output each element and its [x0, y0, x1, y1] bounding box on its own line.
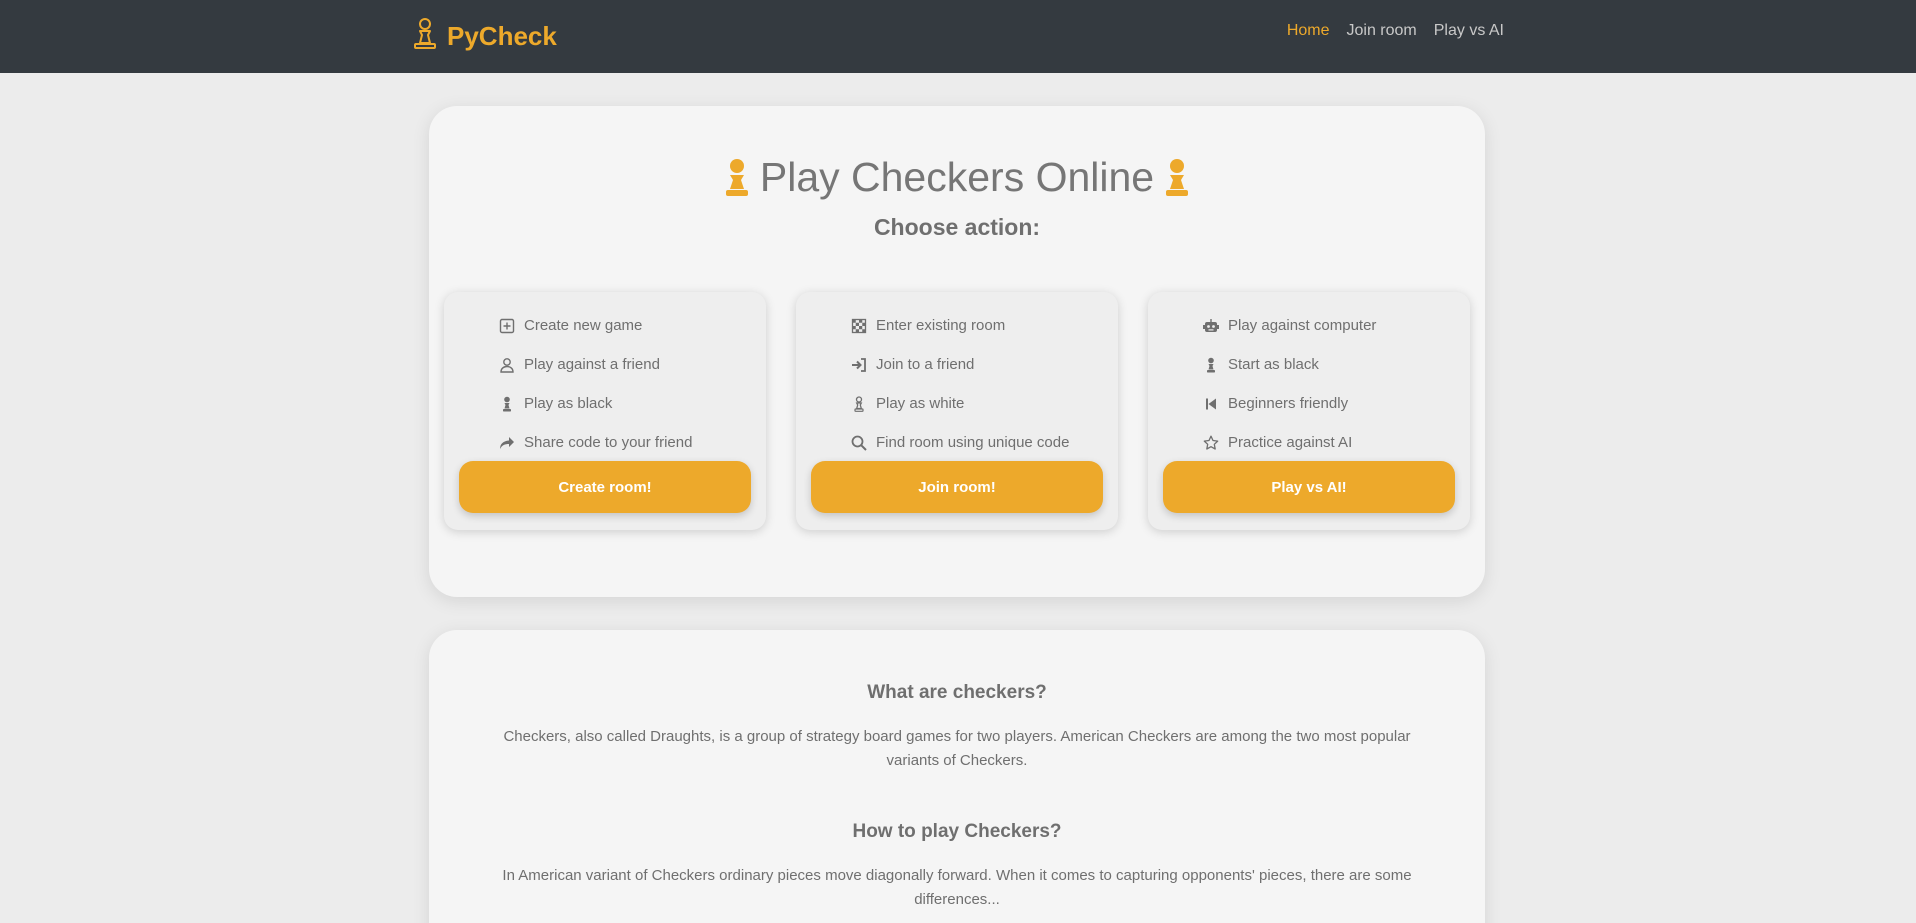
create-room-card: Create new game Play against a friend Pl…: [444, 292, 766, 530]
feature-list: Play against computer Start as black Beg…: [1203, 306, 1463, 462]
list-item-label: Find room using unique code: [876, 434, 1070, 451]
hero-card: Play Checkers Online Choose action: Crea…: [429, 106, 1485, 597]
join-room-card: Enter existing room Join to a friend Pla…: [796, 292, 1118, 530]
nav-link-play-vs-ai[interactable]: Play vs AI: [1434, 22, 1504, 40]
faq-question: How to play Checkers?: [852, 821, 1062, 842]
pawn-icon: [1164, 158, 1190, 198]
list-item-label: Play as white: [876, 395, 965, 412]
share-arrow-icon: [499, 435, 515, 451]
list-item-label: Create new game: [524, 317, 643, 334]
sign-in-icon: [851, 357, 867, 373]
feature-list: Enter existing room Join to a friend Pla…: [851, 306, 1111, 462]
plus-square-icon: [499, 318, 515, 334]
nav-links: Home Join room Play vs AI: [1287, 22, 1504, 40]
list-item-label: Play as black: [524, 395, 613, 412]
create-room-button[interactable]: Create room!: [459, 461, 751, 513]
page-title: Play Checkers Online: [759, 154, 1155, 200]
brand-name: PyCheck: [447, 20, 557, 51]
play-vs-ai-button[interactable]: Play vs AI!: [1163, 461, 1455, 513]
list-item: Create new game: [499, 306, 759, 345]
join-room-button[interactable]: Join room!: [811, 461, 1103, 513]
brand[interactable]: PyCheck: [411, 17, 557, 55]
feature-list: Create new game Play against a friend Pl…: [499, 306, 759, 462]
list-item: Play as white: [851, 384, 1111, 423]
play-vs-ai-card: Play against computer Start as black Beg…: [1148, 292, 1470, 530]
pawn-filled-icon: [1203, 357, 1219, 373]
robot-icon: [1203, 318, 1219, 334]
list-item-label: Start as black: [1228, 356, 1319, 373]
hero-title: Play Checkers Online: [429, 154, 1485, 201]
skip-back-icon: [1203, 396, 1219, 412]
navbar: PyCheck Home Join room Play vs AI: [0, 0, 1916, 73]
list-item: Practice against AI: [1203, 423, 1463, 462]
star-outline-icon: [1203, 435, 1219, 451]
pawn-logo-icon: [411, 17, 439, 56]
list-item: Play against computer: [1203, 306, 1463, 345]
pawn-icon: [724, 158, 750, 198]
faq-answer: In American variant of Checkers ordinary…: [502, 867, 1412, 908]
faq-answer: Checkers, also called Draughts, is a gro…: [503, 728, 1411, 769]
list-item: Join to a friend: [851, 345, 1111, 384]
faq-question: What are checkers?: [867, 682, 1047, 703]
list-item: Play against a friend: [499, 345, 759, 384]
list-item: Beginners friendly: [1203, 384, 1463, 423]
list-item-label: Beginners friendly: [1228, 395, 1349, 412]
list-item: Start as black: [1203, 345, 1463, 384]
list-item-label: Enter existing room: [876, 317, 1006, 334]
pawn-outline-icon: [851, 395, 867, 412]
list-item: Share code to your friend: [499, 423, 759, 462]
list-item: Play as black: [499, 384, 759, 423]
pawn-filled-icon: [499, 396, 515, 412]
checkerboard-icon: [851, 318, 867, 334]
search-icon: [851, 435, 867, 451]
list-item: Find room using unique code: [851, 423, 1111, 462]
list-item-label: Play against computer: [1228, 317, 1377, 334]
list-item-label: Share code to your friend: [524, 434, 693, 451]
list-item: Enter existing room: [851, 306, 1111, 345]
list-item-label: Join to a friend: [876, 356, 975, 373]
person-icon: [499, 357, 515, 373]
list-item-label: Practice against AI: [1228, 434, 1353, 451]
page-subtitle: Choose action:: [873, 214, 1041, 240]
list-item-label: Play against a friend: [524, 356, 660, 373]
info-card: What are checkers? Checkers, also called…: [429, 630, 1485, 923]
nav-link-home[interactable]: Home: [1287, 22, 1330, 40]
nav-link-join-room[interactable]: Join room: [1347, 22, 1417, 40]
